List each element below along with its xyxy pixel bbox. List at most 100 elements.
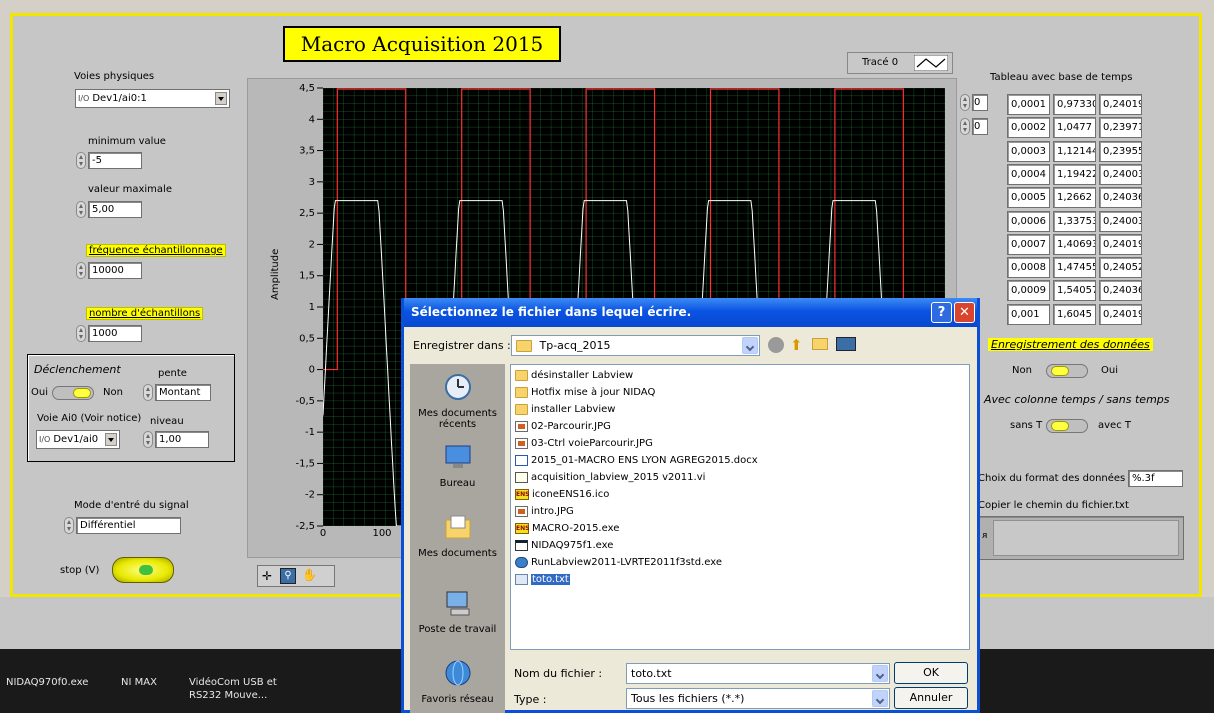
table-cell[interactable]: 0,0004 [1007,163,1050,185]
table-cell[interactable]: 0,0006 [1007,210,1050,232]
file-item[interactable]: intro.JPG [515,503,574,519]
file-item[interactable]: 02-Parcourir.JPG [515,418,611,434]
table-cell[interactable]: 1,19422 [1053,163,1096,185]
max-value-field[interactable]: 5,00 [88,201,142,218]
chevron-down-icon[interactable] [872,665,888,682]
file-item[interactable]: 2015_01-MACRO ENS LYON AGREG2015.docx [515,452,758,468]
mode-field[interactable]: Différentiel [76,517,181,534]
increment-icon[interactable] [64,517,74,534]
file-item[interactable]: acquisition_labview_2015 v2011.vi [515,469,705,485]
voies-physiques-ring[interactable]: I/O Dev1/ai0:1 [75,89,230,108]
new-folder-icon[interactable] [812,338,828,350]
increment-icon[interactable] [960,118,970,135]
table-col-index[interactable]: 0 [960,118,988,135]
table-cell[interactable]: 0,240199 [1099,94,1142,115]
enreg-toggle[interactable] [1046,364,1088,378]
taskbar-item[interactable]: VidéoCom USB et [189,677,277,688]
place-recent[interactable]: Mes documents récents [410,372,505,430]
table-cell[interactable]: 1,0477 [1053,117,1096,139]
min-value-field[interactable]: -5 [88,152,142,169]
chevron-down-icon[interactable] [105,433,117,446]
view-menu-icon[interactable] [836,337,856,351]
table-cell[interactable]: 0,240199 [1099,233,1142,255]
table-cell[interactable]: 0,0007 [1007,233,1050,255]
zoom-icon[interactable]: ⚲ [280,568,296,584]
pan-hand-icon[interactable]: ✋ [302,568,317,582]
increment-icon[interactable] [143,384,153,401]
table-cell[interactable]: 1,2662 [1053,187,1096,209]
chevron-down-icon[interactable] [742,337,758,354]
table-cell[interactable]: 0,240199 [1099,303,1142,325]
table-cell[interactable]: 0,0001 [1007,94,1050,115]
chemin-path-field[interactable]: ᴙ [978,516,1184,560]
file-item[interactable]: NIDAQ975f1.exe [515,537,613,553]
niveau-control[interactable]: 1,00 [143,430,209,449]
path-input[interactable] [993,520,1179,556]
back-icon[interactable] [768,337,784,353]
table-cell[interactable]: 0,001 [1007,303,1050,325]
pente-field[interactable]: Montant [155,384,211,401]
increment-icon[interactable] [76,325,86,342]
place-my-documents[interactable]: Mes documents [410,512,505,559]
freq-control[interactable]: 10000 [76,261,142,280]
table-cell[interactable]: 0,0002 [1007,117,1050,139]
increment-icon[interactable] [76,201,86,218]
taskbar-item[interactable]: NIDAQ970f0.exe [6,677,88,688]
pente-control[interactable]: Montant [143,383,211,402]
chevron-down-icon[interactable] [872,690,888,707]
file-item[interactable]: ENS MACRO-2015.exe [515,520,619,536]
table-cell[interactable]: 1,54057 [1053,280,1096,302]
table-cell[interactable]: 1,33753 [1053,210,1096,232]
min-value-control[interactable]: -5 [76,151,142,170]
table-col-index-field[interactable]: 0 [972,118,988,135]
file-list[interactable]: désinstaller Labview Hotfix mise à jour N… [510,364,970,650]
filename-combo[interactable]: toto.txt [626,663,890,684]
increment-icon[interactable] [960,94,970,111]
close-button[interactable]: ✕ [954,302,975,323]
table-cell[interactable]: 1,12144 [1053,140,1096,162]
cancel-button[interactable]: Annuler [894,687,968,709]
increment-icon[interactable] [76,152,86,169]
file-item[interactable]: RunLabview2011-LVRTE2011f3std.exe [515,554,722,570]
mode-control[interactable]: Différentiel [64,516,181,535]
nb-field[interactable]: 1000 [88,325,142,342]
increment-icon[interactable] [143,431,153,448]
file-item[interactable]: toto.txt [515,571,570,587]
table-cell[interactable]: 0,24036 [1099,187,1142,209]
table-cell[interactable]: 0,97330 [1053,94,1096,115]
chevron-down-icon[interactable] [215,92,227,105]
table-cell[interactable]: 0,239559 [1099,140,1142,162]
niveau-field[interactable]: 1,00 [155,431,209,448]
format-field[interactable]: %.3f [1128,470,1183,487]
table-cell[interactable]: 1,47455 [1053,257,1096,279]
crosshair-icon[interactable]: ✛ [262,569,272,583]
temps-toggle[interactable] [1046,419,1088,433]
table-cell[interactable]: 1,40693 [1053,233,1096,255]
place-network[interactable]: Favoris réseau [410,658,505,705]
table-cell[interactable]: 0,239716 [1099,117,1142,139]
stop-button[interactable] [112,557,174,583]
place-my-computer[interactable]: Poste de travail [410,588,505,635]
table-cell[interactable]: 0,0003 [1007,140,1050,162]
file-type-combo[interactable]: Tous les fichiers (*.*) [626,688,890,709]
file-item[interactable]: désinstaller Labview [515,367,633,383]
table-row-index-field[interactable]: 0 [972,94,988,111]
table-cell[interactable]: 0,0009 [1007,280,1050,302]
table-cell[interactable]: 0,240038 [1099,163,1142,185]
increment-icon[interactable] [76,262,86,279]
file-item[interactable]: ENS iconeENS16.ico [515,486,609,502]
up-folder-icon[interactable]: ⬆ [790,336,803,354]
help-button[interactable]: ? [931,302,952,323]
freq-field[interactable]: 10000 [88,262,142,279]
max-value-control[interactable]: 5,00 [76,200,142,219]
file-item[interactable]: installer Labview [515,401,615,417]
table-cell[interactable]: 0,0005 [1007,187,1050,209]
nb-control[interactable]: 1000 [76,324,142,343]
table-cell[interactable]: 0,240521 [1099,257,1142,279]
taskbar-item[interactable]: NI MAX [121,677,157,688]
voie-ai0-ring[interactable]: I/O Dev1/ai0 [36,430,120,449]
file-item[interactable]: Hotfix mise à jour NIDAQ [515,384,655,400]
table-cell[interactable]: 0,0008 [1007,257,1050,279]
save-in-combo[interactable]: Tp-acq_2015 [511,335,760,356]
plot-legend[interactable]: Tracé 0 [847,52,953,74]
